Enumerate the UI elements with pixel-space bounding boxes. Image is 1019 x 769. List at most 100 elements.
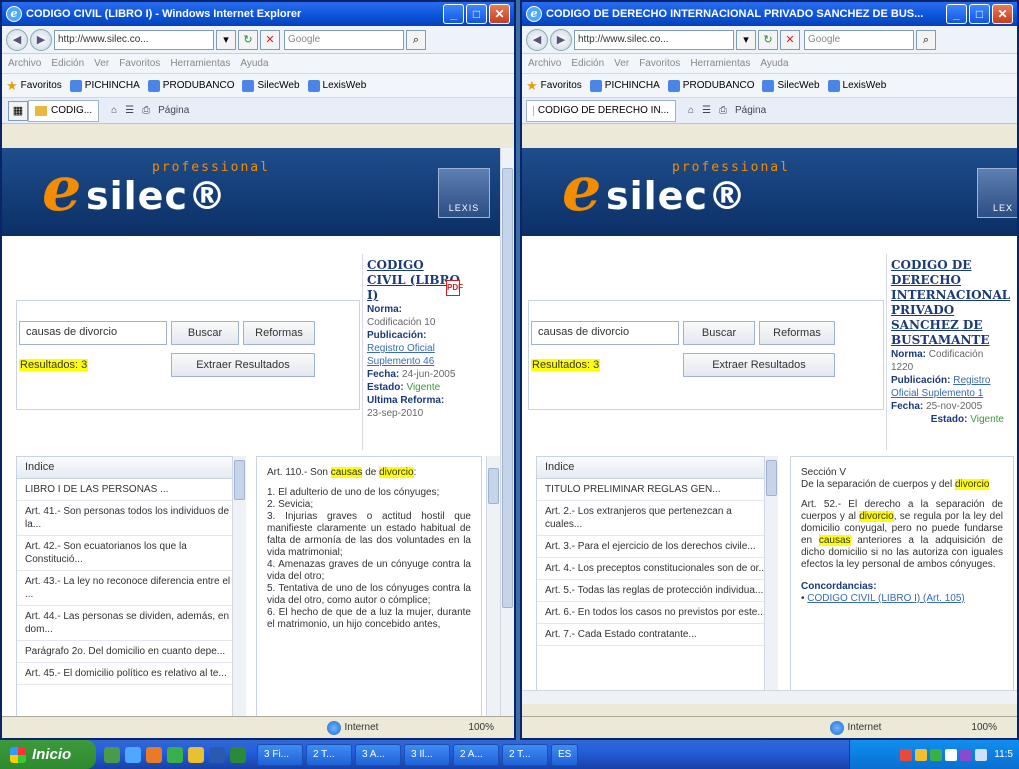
tray-icon[interactable] xyxy=(960,748,973,761)
feeds-icon[interactable]: ☰ xyxy=(702,105,711,116)
tray-icon[interactable] xyxy=(930,748,943,761)
fav-pichincha[interactable]: PICHINCHA xyxy=(589,79,660,92)
tray-icon[interactable] xyxy=(900,748,913,761)
reformas-button[interactable]: Reformas xyxy=(759,321,835,345)
menu-view[interactable]: Ver xyxy=(94,58,109,69)
refresh-icon[interactable]: ↻ xyxy=(238,29,258,50)
print-icon[interactable]: ⎙ xyxy=(142,105,150,116)
home-icon[interactable]: ⌂ xyxy=(688,105,694,116)
index-item[interactable]: Art. 41.- Son personas todos los individ… xyxy=(17,501,243,536)
tray-icon[interactable] xyxy=(945,748,958,761)
menu-edit[interactable]: Edición xyxy=(571,58,604,69)
menu-view[interactable]: Ver xyxy=(614,58,629,69)
index-item[interactable]: LIBRO I DE LAS PERSONAS ... xyxy=(17,479,243,501)
menu-tools[interactable]: Herramientas xyxy=(170,58,230,69)
task-item[interactable]: 3 A... xyxy=(355,743,401,766)
fav-silecweb[interactable]: SilecWeb xyxy=(762,79,820,92)
search-input[interactable]: Google xyxy=(284,29,404,50)
fav-lexisweb[interactable]: LexisWeb xyxy=(307,79,366,92)
index-item[interactable]: Art. 5.- Todas las reglas de protección … xyxy=(537,580,775,602)
menu-file[interactable]: Archivo xyxy=(528,58,561,69)
document-title[interactable]: CODIGO DE DERECHO INTERNACIONAL PRIVADO … xyxy=(891,258,1010,348)
back-arrow-icon[interactable]: ◀ xyxy=(6,28,28,51)
fav-silecweb[interactable]: SilecWeb xyxy=(242,79,300,92)
ie-window-left[interactable]: e CODIGO CIVIL (LIBRO I) - Windows Inter… xyxy=(0,0,516,740)
horizontal-scrollbar[interactable] xyxy=(522,690,1017,704)
fav-produbanco[interactable]: PRODUBANCO xyxy=(667,79,754,92)
task-item[interactable]: 2 A... xyxy=(453,743,499,766)
url-field[interactable]: http://www.silec.co... xyxy=(54,29,214,50)
outlook-icon[interactable] xyxy=(188,746,204,763)
volume-icon[interactable] xyxy=(975,748,988,761)
search-icon[interactable]: ⌕ xyxy=(916,29,936,50)
pdf-icon[interactable]: PDF xyxy=(446,280,463,296)
task-item[interactable]: 3 Il... xyxy=(404,743,450,766)
favorites-button[interactable]: ★ Favoritos xyxy=(526,78,582,94)
index-item[interactable]: Parágrafo 2o. Del domicilio en cuanto de… xyxy=(17,641,243,663)
task-item[interactable]: 2 T... xyxy=(306,743,352,766)
menu-file[interactable]: Archivo xyxy=(8,58,41,69)
menu-favorites[interactable]: Favoritos xyxy=(639,58,680,69)
title-bar[interactable]: e CODIGO CIVIL (LIBRO I) - Windows Inter… xyxy=(2,2,514,26)
feeds-icon[interactable]: ☰ xyxy=(125,105,134,116)
index-item[interactable]: TITULO PRELIMINAR REGLAS GEN... xyxy=(537,479,775,501)
desktop-icon[interactable] xyxy=(104,746,120,763)
index-item[interactable]: Art. 44.- Las personas se dividen, ademá… xyxy=(17,606,243,641)
menu-help[interactable]: Ayuda xyxy=(240,58,268,69)
quick-tabs-icon[interactable]: ▦ xyxy=(8,100,28,121)
fav-pichincha[interactable]: PICHINCHA xyxy=(69,79,140,92)
back-arrow-icon[interactable]: ◀ xyxy=(526,28,548,51)
index-item[interactable]: Art. 6.- En todos los casos no previstos… xyxy=(537,602,775,624)
close-button[interactable]: ✕ xyxy=(992,4,1013,24)
language-indicator[interactable]: ES xyxy=(551,743,579,766)
stop-icon[interactable]: ✕ xyxy=(780,29,800,50)
index-item[interactable]: Art. 45.- El domicilio político es relat… xyxy=(17,663,243,685)
extraer-resultados-button[interactable]: Extraer Resultados xyxy=(171,353,315,377)
extraer-resultados-button[interactable]: Extraer Resultados xyxy=(683,353,835,377)
publicacion-link[interactable]: Registro Oficial Suplemento 46 xyxy=(367,342,460,368)
media-icon[interactable] xyxy=(146,746,162,763)
page-menu[interactable]: Página xyxy=(735,105,766,116)
ie-icon[interactable] xyxy=(125,746,141,763)
fav-lexisweb[interactable]: LexisWeb xyxy=(827,79,886,92)
task-item[interactable]: 3 Fi... xyxy=(257,743,303,766)
clock[interactable]: 11:5 xyxy=(994,749,1013,760)
minimize-button[interactable]: _ xyxy=(946,4,967,24)
index-scrollbar[interactable] xyxy=(232,456,246,718)
index-item[interactable]: Art. 4.- Los preceptos constitucionales … xyxy=(537,558,775,580)
index-scrollbar[interactable] xyxy=(764,456,778,704)
query-input[interactable]: causas de divorcio xyxy=(531,321,679,345)
fav-produbanco[interactable]: PRODUBANCO xyxy=(147,79,234,92)
refresh-icon[interactable]: ↻ xyxy=(758,29,778,50)
index-item[interactable]: Art. 42.- Son ecuatorianos los que la Co… xyxy=(17,536,243,571)
close-button[interactable]: ✕ xyxy=(489,4,510,24)
ie-window-right[interactable]: e CODIGO DE DERECHO INTERNACIONAL PRIVAD… xyxy=(520,0,1019,740)
tab-active[interactable]: CODIG... xyxy=(28,99,100,122)
menu-favorites[interactable]: Favoritos xyxy=(119,58,160,69)
title-bar[interactable]: e CODIGO DE DERECHO INTERNACIONAL PRIVAD… xyxy=(522,2,1017,26)
word-icon[interactable] xyxy=(209,746,225,763)
tab-active[interactable]: CODIGO DE DERECHO IN... xyxy=(526,99,676,122)
stop-icon[interactable]: ✕ xyxy=(260,29,280,50)
start-button[interactable]: Inicio xyxy=(0,740,96,769)
url-field[interactable]: http://www.silec.co... xyxy=(574,29,734,50)
page-menu[interactable]: Página xyxy=(158,105,189,116)
buscar-button[interactable]: Buscar xyxy=(683,321,755,345)
buscar-button[interactable]: Buscar xyxy=(171,321,239,345)
index-item[interactable]: Art. 3.- Para el ejercicio de los derech… xyxy=(537,536,775,558)
tray-icon[interactable] xyxy=(915,748,928,761)
dropdown-arrow-icon[interactable]: ▾ xyxy=(736,29,756,50)
minimize-button[interactable]: _ xyxy=(443,4,464,24)
search-input[interactable]: Google xyxy=(804,29,914,50)
menu-tools[interactable]: Herramientas xyxy=(690,58,750,69)
page-scrollbar[interactable] xyxy=(500,148,514,718)
zoom-level[interactable]: 100% xyxy=(468,722,494,733)
concordancia-link[interactable]: CODIGO CIVIL (LIBRO I) (Art. 105) xyxy=(807,593,964,604)
menu-edit[interactable]: Edición xyxy=(51,58,84,69)
home-icon[interactable]: ⌂ xyxy=(111,105,117,116)
maximize-button[interactable]: □ xyxy=(969,4,990,24)
query-input[interactable]: causas de divorcio xyxy=(19,321,167,345)
index-item[interactable]: Art. 2.- Los extranjeros que pertenezcan… xyxy=(537,501,775,536)
maximize-button[interactable]: □ xyxy=(466,4,487,24)
favorites-button[interactable]: ★ Favoritos xyxy=(6,78,62,94)
